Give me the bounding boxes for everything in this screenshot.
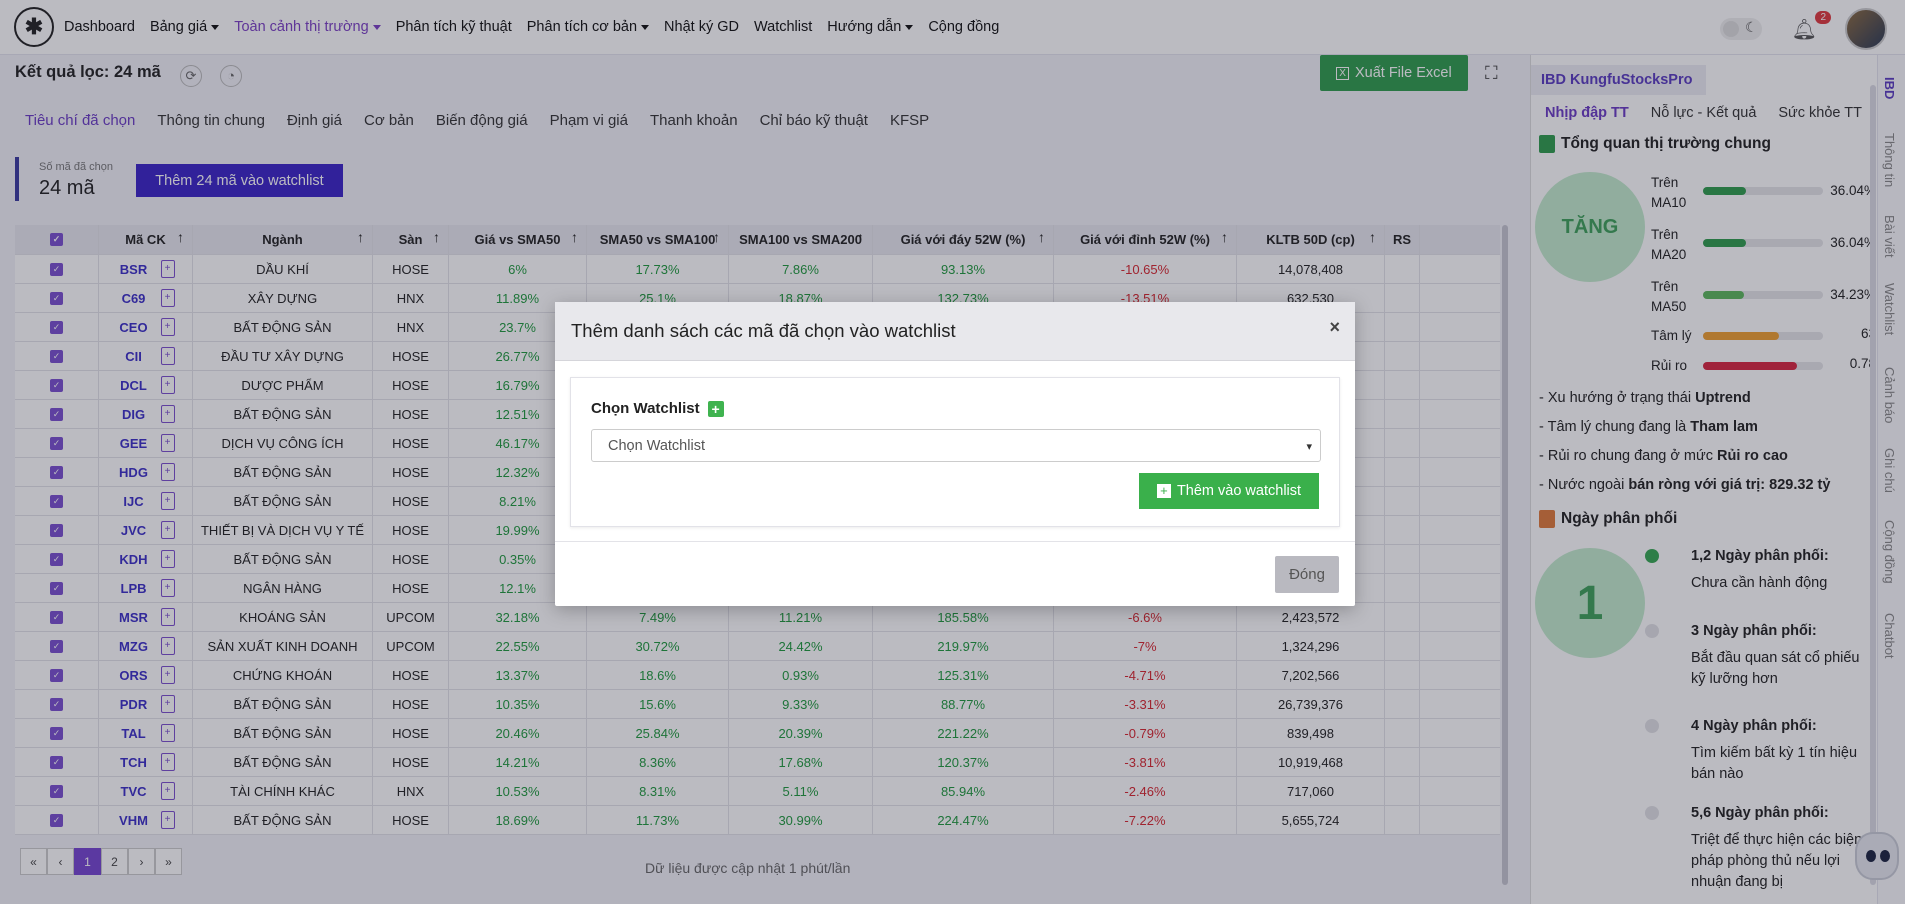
plus-icon: + xyxy=(1156,484,1171,498)
modal-divider xyxy=(555,541,1355,542)
watchlist-select-value: Chọn Watchlist xyxy=(608,437,705,454)
chevron-down-icon: ▾ xyxy=(1306,441,1312,453)
add-watchlist-modal: Thêm danh sách các mã đã chọn vào watchl… xyxy=(555,302,1355,606)
modal-header: Thêm danh sách các mã đã chọn vào watchl… xyxy=(555,302,1355,361)
watchlist-select[interactable]: Chọn Watchlist ▾ xyxy=(591,429,1321,462)
watchlist-label-row: Chọn Watchlist + xyxy=(591,400,724,417)
add-to-watchlist-label: Thêm vào watchlist xyxy=(1176,483,1302,499)
watchlist-label: Chọn Watchlist xyxy=(591,400,700,417)
add-to-watchlist-button[interactable]: + Thêm vào watchlist xyxy=(1139,473,1319,509)
modal-body: Chọn Watchlist + Chọn Watchlist ▾ + Thêm… xyxy=(570,377,1340,527)
close-button[interactable]: Đóng xyxy=(1275,556,1339,593)
modal-title: Thêm danh sách các mã đã chọn vào watchl… xyxy=(571,320,956,341)
close-icon[interactable]: × xyxy=(1329,317,1340,338)
plus-icon[interactable]: + xyxy=(707,400,724,417)
